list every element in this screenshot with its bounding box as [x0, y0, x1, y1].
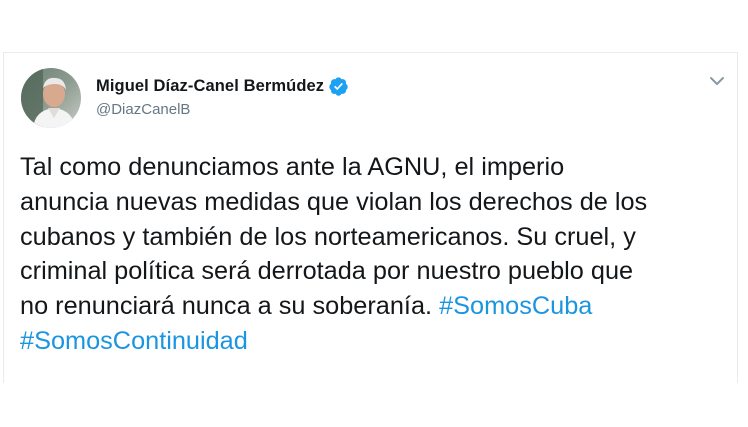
card-top-border [3, 52, 738, 53]
tweet-text: Tal como denunciamos ante la AGNU, el im… [20, 150, 730, 359]
tweet-line: no renunciará nunca a su soberanía. [20, 292, 440, 321]
author-handle[interactable]: @DiazCanelB [96, 101, 190, 118]
tweet-line: cubanos y también de los norteamericanos… [20, 222, 636, 251]
avatar-photo [21, 68, 81, 128]
author-display-name[interactable]: Miguel Díaz-Canel Bermúdez [96, 77, 324, 96]
tweet-line: anuncia nuevas medidas que violan los de… [20, 187, 648, 216]
author-name-row[interactable]: Miguel Díaz-Canel Bermúdez [96, 74, 349, 98]
tweet-line: criminal política será derrotada por nue… [20, 257, 634, 286]
card-right-border [737, 52, 738, 383]
hashtag-link-somoscuba[interactable]: #SomosCuba [439, 292, 592, 320]
hashtag-link-somoscontinuidad[interactable]: #SomosContinuidad [20, 327, 248, 355]
tweet-line: Tal como denunciamos ante la AGNU, el im… [20, 153, 565, 181]
verified-badge-icon [328, 76, 349, 97]
tweet-card: Miguel Díaz-Canel Bermúdez @DiazCanelB T… [0, 0, 748, 427]
card-left-border [3, 52, 4, 383]
chevron-down-icon[interactable] [706, 70, 728, 92]
avatar[interactable] [21, 68, 81, 128]
